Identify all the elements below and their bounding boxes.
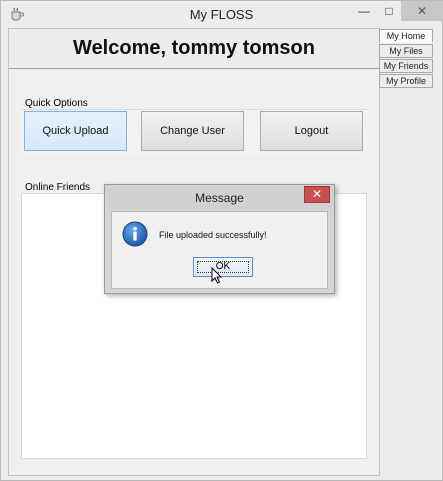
tab-my-friends[interactable]: My Friends (379, 59, 433, 73)
info-icon (122, 221, 148, 247)
tab-my-files[interactable]: My Files (379, 44, 433, 58)
online-friends-label: Online Friends (25, 182, 91, 193)
logout-button[interactable]: Logout (260, 111, 363, 151)
quick-options-label: Quick Options (25, 98, 88, 109)
quick-upload-button[interactable]: Quick Upload (24, 111, 127, 151)
welcome-title: Welcome, tommy tomson (73, 37, 315, 59)
minimize-button[interactable]: — (351, 1, 377, 21)
title-bar[interactable]: My FLOSS — □ ✕ (1, 1, 443, 28)
change-user-button[interactable]: Change User (141, 111, 244, 151)
tab-my-home[interactable]: My Home (379, 29, 433, 43)
dialog-title: Message (195, 191, 244, 205)
tab-my-profile[interactable]: My Profile (379, 74, 433, 88)
mouse-cursor-icon (211, 267, 223, 284)
maximize-button[interactable]: □ (377, 1, 401, 21)
dialog-message: File uploaded successfully! (159, 230, 267, 240)
dialog-title-bar[interactable]: Message ✕ (105, 185, 334, 209)
dialog-close-button[interactable]: ✕ (304, 186, 330, 203)
close-button[interactable]: ✕ (401, 1, 443, 21)
ok-button[interactable]: OK (193, 257, 253, 277)
welcome-header: Welcome, tommy tomson (9, 29, 379, 69)
